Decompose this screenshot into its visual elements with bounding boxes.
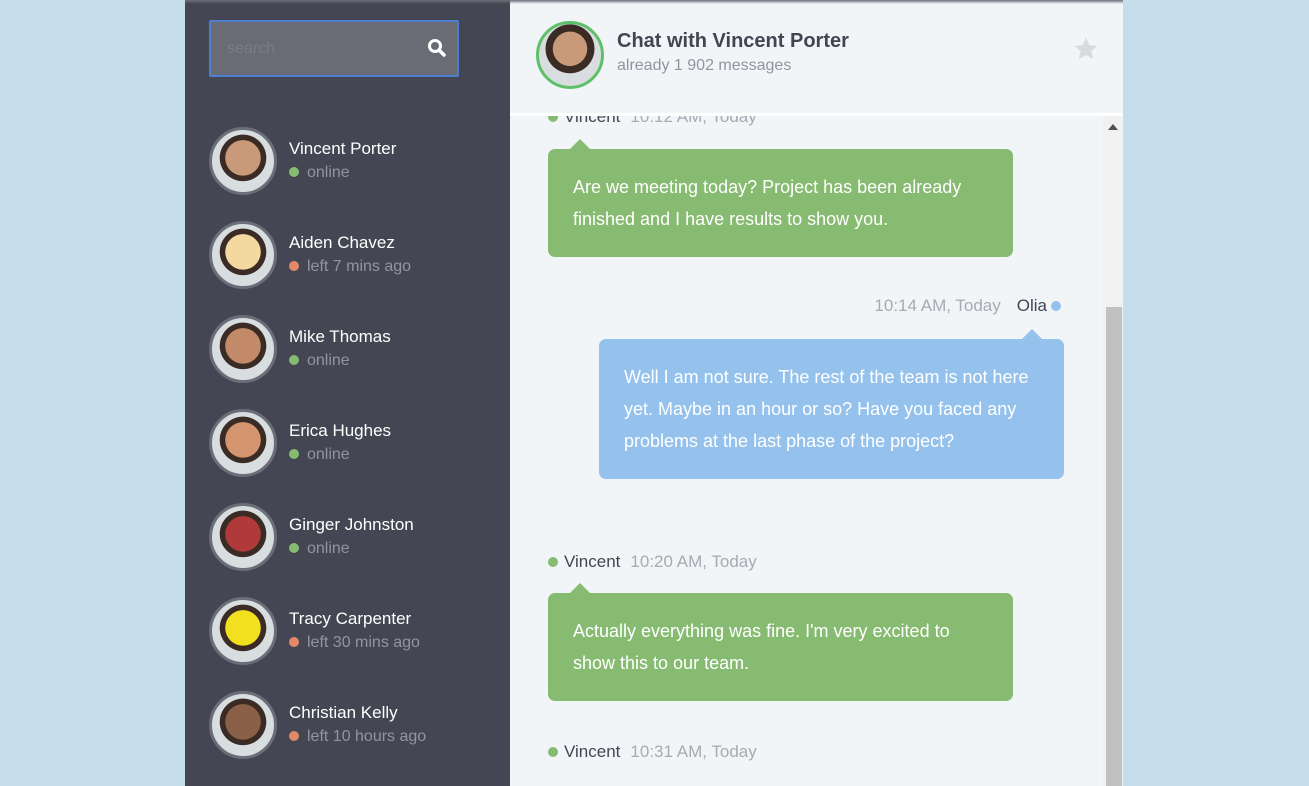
contact-status: online — [289, 352, 350, 370]
contact-status: online — [289, 540, 350, 558]
contact-name: Ginger Johnston — [289, 515, 414, 534]
contact-item[interactable]: Mike Thomas online — [209, 315, 499, 385]
online-dot — [548, 557, 558, 567]
contact-name: Erica Hughes — [289, 421, 392, 440]
contact-item[interactable]: Tracy Carpenter left 30 mins ago — [209, 597, 499, 667]
message-meta: 10:14 AM, Today Olia — [874, 296, 1061, 316]
avatar — [209, 691, 277, 759]
chat-history: Vincent 10:12 AM, Today Are we meeting to… — [510, 116, 1123, 786]
message-bubble: Actually everything was fine. I'm very e… — [548, 583, 1013, 701]
chat-panel: Chat with Vincent Porter already 1 902 m… — [510, 0, 1123, 786]
avatar — [209, 503, 277, 571]
status-dot — [289, 637, 299, 647]
avatar — [209, 315, 277, 383]
contact-status: left 30 mins ago — [289, 634, 420, 652]
search-box[interactable] — [209, 20, 459, 77]
scrollbar-thumb[interactable] — [1106, 307, 1122, 786]
online-dot — [1051, 301, 1061, 311]
contact-status: left 7 mins ago — [289, 258, 411, 276]
contact-item[interactable]: Vincent Porter online — [209, 127, 499, 197]
chat-header: Chat with Vincent Porter already 1 902 m… — [510, 0, 1123, 116]
contact-name: Aiden Chavez — [289, 233, 395, 252]
people-list: Vincent Porter online Aiden Chavez left … — [185, 0, 510, 786]
search-input[interactable] — [211, 22, 411, 75]
scrollbar[interactable] — [1103, 116, 1123, 786]
contact-item[interactable]: Ginger Johnston online — [209, 503, 499, 573]
contact-name: Tracy Carpenter — [289, 609, 412, 628]
message-bubble: Well I am not sure. The rest of the team… — [599, 329, 1064, 479]
contact-status: online — [289, 446, 350, 464]
contact-item[interactable]: Christian Kelly left 10 hours ago — [209, 691, 499, 761]
status-dot — [289, 355, 299, 365]
avatar — [209, 409, 277, 477]
contact-name: Christian Kelly — [289, 703, 398, 722]
online-dot — [548, 747, 558, 757]
status-dot — [289, 167, 299, 177]
message-bubble: Are we meeting today? Project has been a… — [548, 139, 1013, 257]
avatar — [536, 21, 604, 89]
message-meta: Vincent 10:31 AM, Today — [548, 742, 757, 762]
contact-status: left 10 hours ago — [289, 728, 426, 746]
status-dot — [289, 261, 299, 271]
chat-title: Chat with Vincent Porter — [617, 30, 849, 52]
top-shadow — [185, 0, 1123, 4]
scroll-up-arrow-icon[interactable] — [1108, 124, 1118, 130]
contact-item[interactable]: Erica Hughes online — [209, 409, 499, 479]
message-count: already 1 902 messages — [617, 57, 792, 74]
contact-status: online — [289, 164, 350, 182]
message-meta: Vincent 10:20 AM, Today — [548, 552, 757, 572]
avatar — [209, 597, 277, 665]
avatar — [209, 127, 277, 195]
status-dot — [289, 731, 299, 741]
online-dot — [548, 116, 558, 122]
message-meta: Vincent 10:12 AM, Today — [548, 116, 757, 127]
contact-name: Mike Thomas — [289, 327, 391, 346]
avatar — [209, 221, 277, 289]
status-dot — [289, 543, 299, 553]
contact-name: Vincent Porter — [289, 139, 397, 158]
contact-item[interactable]: Aiden Chavez left 7 mins ago — [209, 221, 499, 291]
search-icon[interactable] — [427, 38, 447, 58]
status-dot — [289, 449, 299, 459]
star-icon[interactable] — [1073, 36, 1099, 62]
